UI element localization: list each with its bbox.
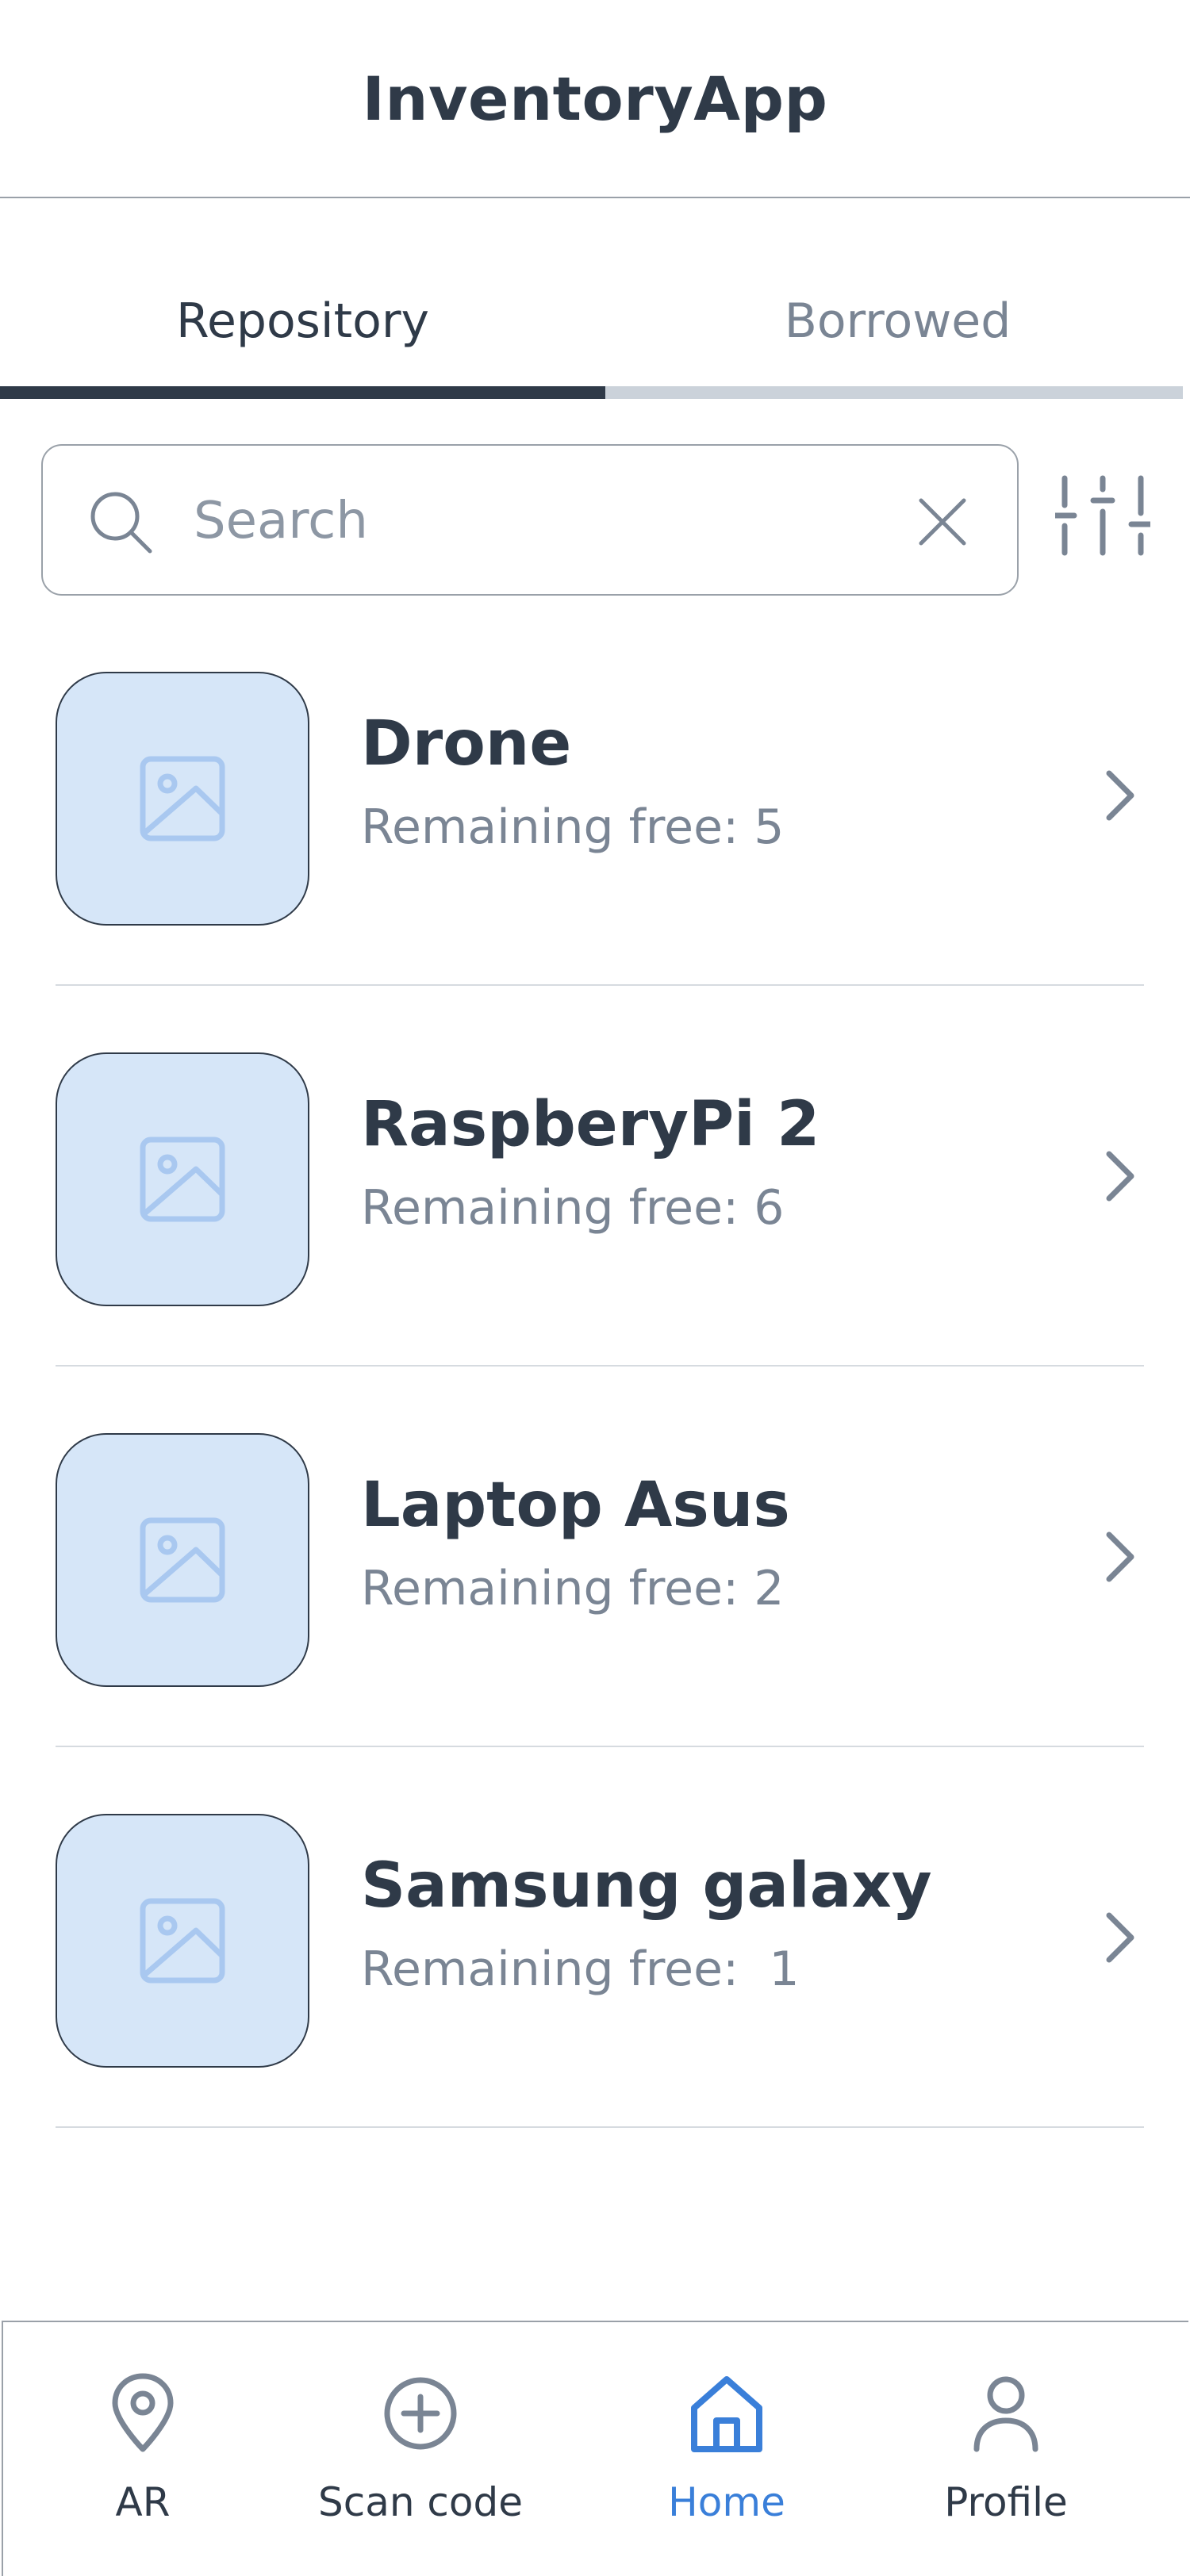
item-thumbnail (56, 1052, 309, 1306)
item-name: Laptop Asus (361, 1470, 790, 1541)
nav-item-scan-code[interactable]: Scan code (301, 2322, 539, 2576)
app-header: InventoryApp (0, 0, 1190, 198)
tab-repository[interactable]: Repository (0, 262, 605, 381)
tab-borrowed[interactable]: Borrowed (605, 262, 1190, 381)
chevron-right-icon (1106, 1531, 1134, 1582)
home-icon (691, 2376, 762, 2452)
filter-button[interactable] (1052, 472, 1154, 559)
chevron-right-icon (1106, 1151, 1134, 1202)
item-name: RaspberyPi 2 (361, 1089, 820, 1160)
plus-circle-icon (384, 2377, 457, 2450)
tab-indicator-inactive (605, 386, 1183, 399)
item-thumbnail (56, 1433, 309, 1687)
search-icon (90, 492, 152, 554)
app-title: InventoryApp (362, 63, 828, 134)
nav-label-ar: AR (115, 2479, 171, 2525)
app-screen: InventoryApp Repository Borrowed Search … (0, 0, 1190, 2576)
tab-repository-label: Repository (175, 293, 430, 349)
item-remaining: Remaining free: 5 (361, 799, 785, 855)
user-icon (973, 2376, 1038, 2452)
nav-label-profile: Profile (944, 2479, 1068, 2525)
nav-item-ar[interactable]: AR (24, 2322, 262, 2576)
tab-indicator-active (0, 386, 605, 399)
item-remaining: Remaining free: 2 (361, 1561, 785, 1616)
list-item[interactable]: Samsung galaxy Remaining free: 1 (56, 1747, 1144, 2128)
item-name: Samsung galaxy (361, 1850, 932, 1922)
item-remaining: Remaining free: 6 (361, 1180, 785, 1236)
image-placeholder-icon (140, 1137, 225, 1222)
list-item[interactable]: Laptop Asus Remaining free: 2 (56, 1367, 1144, 1747)
tab-borrowed-label: Borrowed (784, 293, 1012, 349)
close-icon (919, 498, 966, 546)
bottom-navigation: AR Scan code Home Profile (2, 2321, 1188, 2576)
clear-search-button[interactable] (916, 496, 969, 548)
item-remaining: Remaining free: 1 (361, 1942, 800, 1997)
nav-label-home: Home (668, 2479, 785, 2525)
image-placeholder-icon (140, 1517, 225, 1603)
search-box (41, 444, 1019, 596)
list-item[interactable]: RaspberyPi 2 Remaining free: 6 (56, 986, 1144, 1367)
tab-bar: Repository Borrowed (0, 262, 1190, 401)
item-name: Drone (361, 708, 572, 780)
location-pin-icon (112, 2373, 174, 2452)
item-thumbnail (56, 672, 309, 926)
nav-label-scan-code: Scan code (317, 2479, 524, 2525)
list-item[interactable]: Drone Remaining free: 5 (56, 605, 1144, 986)
sliders-icon (1052, 475, 1154, 556)
nav-item-home[interactable]: Home (608, 2322, 846, 2576)
image-placeholder-icon (140, 756, 225, 841)
nav-item-profile[interactable]: Profile (887, 2322, 1125, 2576)
item-thumbnail (56, 1814, 309, 2068)
chevron-right-icon (1106, 1912, 1134, 1963)
chevron-right-icon (1106, 770, 1134, 821)
image-placeholder-icon (140, 1898, 225, 1984)
search-input[interactable] (194, 477, 908, 565)
